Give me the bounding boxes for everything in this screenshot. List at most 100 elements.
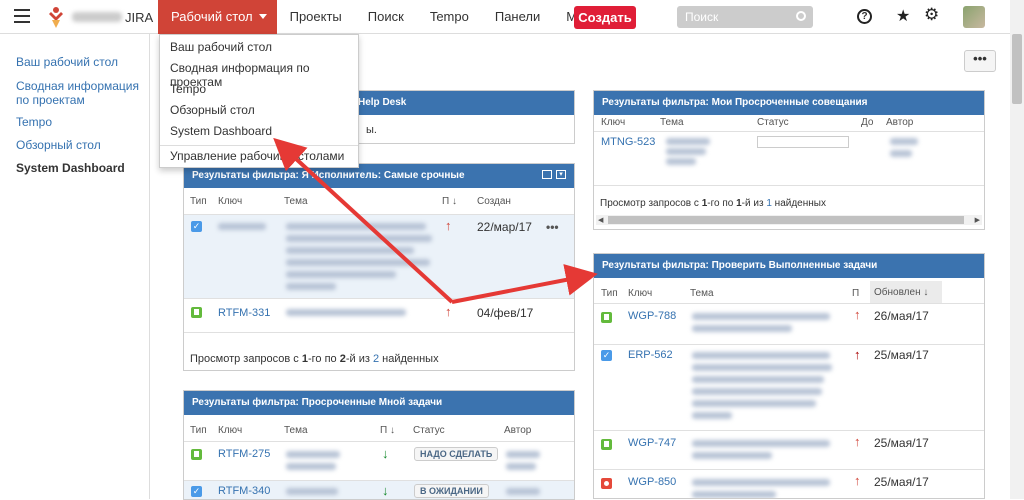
create-button[interactable]: Создать [574,6,636,29]
menu-item-tempo[interactable]: Tempo [170,82,206,96]
summary-blurred [286,451,340,458]
author-blurred [506,488,540,495]
updated-date: 25/мая/17 [874,436,929,450]
site-name-blurred [72,12,122,22]
issue-key-link[interactable]: WGP-850 [628,476,676,488]
col-type[interactable]: Тип [601,288,618,299]
issue-key-link[interactable]: RTFM-340 [218,485,270,497]
table-row[interactable]: RTFM-275 ↓ НАДО СДЕЛАТЬ [184,442,574,480]
col-key[interactable]: Ключ [218,425,242,436]
author-blurred [506,463,536,470]
star-icon[interactable]: ★ [896,6,910,26]
priority-highest-icon: ↑ [854,347,861,362]
horizontal-scrollbar[interactable]: ◀ ▶ [596,215,982,225]
col-status[interactable]: Статус [413,425,445,436]
table-row[interactable]: MTNG-523 [594,132,984,172]
main-nav: Рабочий стол Проекты Поиск Tempo Панели … [158,0,609,34]
summary-blurred [692,376,824,383]
sidebar-item-project-summary[interactable]: Сводная информация по проектам [16,79,141,107]
summary-blurred [692,364,832,371]
gadget-title: Help Desk [358,97,407,108]
bug-type-icon [601,478,612,489]
summary-blurred [692,352,830,359]
col-type[interactable]: Тип [190,196,207,207]
nav-dashboards[interactable]: Рабочий стол [158,0,277,34]
issue-key-link[interactable]: MTNG-523 [601,136,655,148]
col-created[interactable]: Создан [477,196,511,207]
scrollbar-thumb[interactable] [608,216,964,224]
col-type[interactable]: Тип [190,425,207,436]
menu-separator [160,145,358,146]
col-priority[interactable]: П [852,288,859,299]
col-summary[interactable]: Тема [284,196,308,207]
menu-item-overview[interactable]: Обзорный стол [170,103,255,117]
avatar[interactable] [963,6,985,28]
issue-key-link[interactable]: ERP-562 [628,349,673,361]
summary-blurred [666,148,706,155]
col-updated[interactable]: Обновлен ↓ [870,281,942,303]
table-row[interactable]: WGP-747 ↑ 25/мая/17 [594,431,984,469]
gear-icon[interactable]: ⚙ [924,5,939,25]
col-due[interactable]: До [861,117,873,128]
updated-date: 26/мая/17 [874,309,929,323]
nav-search[interactable]: Поиск [355,0,417,34]
sidebar-item-overview[interactable]: Обзорный стол [16,138,101,152]
jira-logo-icon[interactable] [46,6,66,28]
gadget-title: Результаты фильтра: Мои Просроченные сов… [602,97,868,108]
col-summary[interactable]: Тема [690,288,714,299]
col-key[interactable]: Ключ [601,117,625,128]
table-row[interactable]: ✓ RTFM-340 ↓ В ОЖИДАНИИ [184,481,574,499]
table-row[interactable]: WGP-850 ↑ 25/мая/17 [594,470,984,498]
nav-projects[interactable]: Проекты [277,0,355,34]
col-priority[interactable]: П ↓ [380,425,395,436]
priority-low-icon: ↓ [382,483,389,498]
menu-item-manage-dashboards[interactable]: Управление рабочими столами [170,149,344,163]
col-summary[interactable]: Тема [284,425,308,436]
table-row[interactable]: ✓ ERP-562 ↑ 25/мая/17 [594,345,984,430]
col-key[interactable]: Ключ [628,288,652,299]
scrollbar-thumb[interactable] [1012,34,1022,104]
row-actions-icon[interactable]: ••• [546,220,559,234]
more-actions-button[interactable]: ••• [964,50,996,72]
issue-key-link[interactable]: WGP-747 [628,437,676,449]
site-name[interactable]: JIRA [125,10,153,25]
menu-icon[interactable] [14,9,30,23]
options-icon[interactable]: ▾ [556,170,566,179]
summary-blurred [286,271,396,278]
issue-key-link[interactable]: RTFM-275 [218,448,270,460]
table-row[interactable]: WGP-788 ↑ 26/мая/17 [594,304,984,344]
table-row[interactable]: RTFM-331 ↑ 04/фев/17 [184,299,574,331]
vertical-scrollbar[interactable] [1010,0,1024,499]
author-blurred [506,451,540,458]
col-author[interactable]: Автор [886,117,913,128]
search-input[interactable]: Поиск [677,6,813,28]
help-icon[interactable]: ? [857,9,872,24]
issue-key-link[interactable]: WGP-788 [628,310,676,322]
col-summary[interactable]: Тема [660,117,684,128]
nav-panels[interactable]: Панели [482,0,553,34]
scroll-right-icon[interactable]: ▶ [975,216,980,224]
col-key[interactable]: Ключ [218,196,242,207]
task-type-icon: ✓ [601,350,612,361]
col-priority[interactable]: П ↓ [442,196,457,207]
menu-item-my-dashboard[interactable]: Ваш рабочий стол [170,40,272,54]
task-type-icon: ✓ [191,221,202,232]
menu-item-system-dashboard[interactable]: System Dashboard [170,124,272,138]
summary-blurred [692,400,816,407]
nav-tempo[interactable]: Tempo [417,0,482,34]
summary-blurred [692,388,822,395]
scroll-left-icon[interactable]: ◀ [598,216,603,224]
summary-blurred [286,488,338,495]
priority-low-icon: ↓ [382,446,389,461]
sidebar-item-tempo[interactable]: Tempo [16,115,52,129]
table-row[interactable]: ✓ ↑ 22/мар/17 ••• [184,215,574,298]
sidebar-item-my-dashboard[interactable]: Ваш рабочий стол [16,55,118,69]
summary-blurred [692,313,830,320]
minimize-icon[interactable] [542,170,552,179]
col-status[interactable]: Статус [757,117,789,128]
col-author[interactable]: Автор [504,425,531,436]
issue-key-link[interactable]: RTFM-331 [218,307,270,319]
summary-blurred [666,138,710,145]
pagination-text: Просмотр запросов с 1-го по 2-й из 2 най… [190,353,439,365]
status-badge: НАДО СДЕЛАТЬ [414,447,499,461]
